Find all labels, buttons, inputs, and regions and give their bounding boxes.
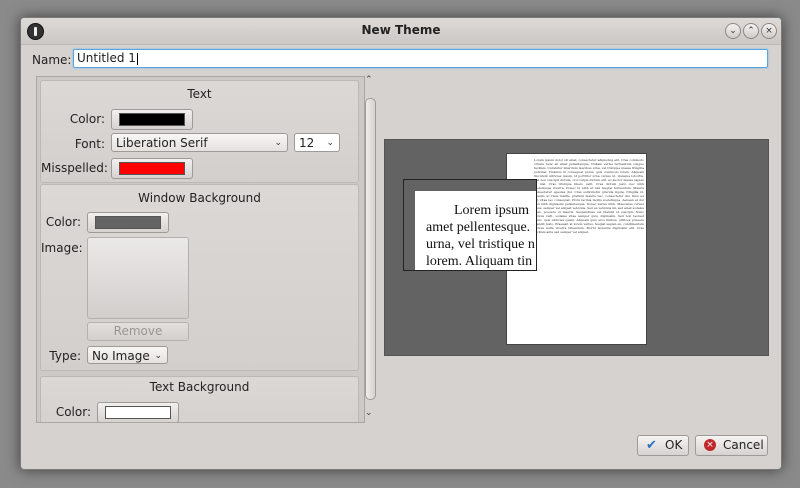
text-background-title: Text Background bbox=[149, 380, 250, 394]
font-select-value: Liberation Serif bbox=[116, 136, 208, 150]
text-bg-color-button[interactable] bbox=[97, 402, 179, 422]
preview-text-line: lorem. Aliquam tin bbox=[426, 254, 533, 269]
preview-window-shade bbox=[404, 180, 415, 270]
preview-window-shade bbox=[404, 180, 536, 191]
settings-scroll-area[interactable]: Text Color: Font: Liberation Serif ⌄ 12 … bbox=[36, 76, 365, 423]
text-caret bbox=[136, 52, 138, 65]
window-background-group: Window Background Color: Image: Remove T… bbox=[40, 184, 359, 371]
font-size-value: 12 bbox=[299, 136, 315, 150]
scrollbar-thumb[interactable] bbox=[365, 98, 376, 400]
font-size-select[interactable]: 12 ⌄ bbox=[294, 133, 340, 152]
misspelled-color-swatch bbox=[119, 162, 185, 175]
preview-page-text: Lorem ipsum dolor sit amet, consectetur … bbox=[534, 158, 644, 234]
chevron-down-icon: ⌄ bbox=[326, 138, 334, 148]
window-bg-color-button[interactable] bbox=[87, 212, 169, 233]
window-background-title: Window Background bbox=[138, 191, 261, 205]
background-type-value: No Image bbox=[92, 349, 150, 363]
chevron-down-icon: ⌄ bbox=[274, 138, 282, 148]
cancel-icon: × bbox=[704, 439, 716, 451]
text-bg-color-label: Color: bbox=[55, 405, 91, 419]
text-background-group: Text Background Color: bbox=[40, 376, 359, 422]
ok-button[interactable]: ✔ OK bbox=[637, 435, 689, 456]
text-bg-color-swatch bbox=[105, 406, 171, 419]
cancel-button[interactable]: × Cancel bbox=[695, 435, 768, 456]
misspelled-label: Misspelled: bbox=[41, 161, 108, 175]
image-label: Image: bbox=[41, 241, 83, 255]
scroll-up-icon[interactable]: ⌃ bbox=[365, 75, 373, 85]
preview-text-line: amet pellentesque. bbox=[426, 220, 531, 235]
ok-button-label: OK bbox=[665, 438, 683, 452]
preview-large-text: Lorem ipsum amet pellentesque. urna, vel… bbox=[426, 202, 536, 270]
name-input-value: Untitled 1 bbox=[77, 51, 136, 65]
background-image-preview[interactable] bbox=[87, 237, 189, 319]
name-label: Name: bbox=[32, 53, 72, 67]
text-group-title: Text bbox=[187, 87, 212, 101]
background-type-select[interactable]: No Image ⌄ bbox=[87, 346, 168, 364]
preview-text-line: urna, vel tristique n bbox=[426, 237, 535, 252]
remove-image-button[interactable]: Remove bbox=[87, 322, 189, 341]
preview-text-line: Lorem ipsum bbox=[454, 203, 530, 218]
chevron-down-icon: ⌄ bbox=[154, 351, 162, 361]
preview-window: Lorem ipsum amet pellentesque. urna, vel… bbox=[403, 179, 537, 271]
close-icon[interactable]: × bbox=[761, 23, 777, 39]
window-bg-color-label: Color: bbox=[45, 215, 81, 229]
font-select[interactable]: Liberation Serif ⌄ bbox=[111, 133, 288, 152]
maximize-icon[interactable]: ⌃ bbox=[743, 23, 759, 39]
scrollbar-track[interactable] bbox=[365, 88, 376, 409]
window-bg-color-swatch bbox=[95, 216, 161, 229]
minimize-icon[interactable]: ⌄ bbox=[725, 23, 741, 39]
checkmark-icon: ✔ bbox=[646, 438, 657, 453]
cancel-button-label: Cancel bbox=[723, 438, 764, 452]
theme-preview: Lorem ipsum dolor sit amet, consectetur … bbox=[384, 139, 769, 356]
text-color-swatch bbox=[119, 113, 185, 126]
misspelled-color-button[interactable] bbox=[111, 158, 193, 179]
title-bar[interactable]: New Theme ⌄ ⌃ × bbox=[21, 18, 781, 45]
text-color-button[interactable] bbox=[111, 109, 193, 130]
name-input[interactable]: Untitled 1 bbox=[73, 49, 768, 68]
new-theme-dialog: New Theme ⌄ ⌃ × Name: Untitled 1 Text Co… bbox=[20, 17, 782, 470]
scroll-down-icon[interactable]: ⌄ bbox=[365, 408, 373, 418]
text-group: Text Color: Font: Liberation Serif ⌄ 12 … bbox=[40, 80, 359, 183]
font-label: Font: bbox=[74, 137, 105, 151]
settings-scrollbar[interactable]: ⌃ ⌄ bbox=[363, 75, 377, 421]
window-title: New Theme bbox=[361, 23, 441, 37]
text-color-label: Color: bbox=[69, 112, 105, 126]
type-label: Type: bbox=[49, 349, 81, 363]
